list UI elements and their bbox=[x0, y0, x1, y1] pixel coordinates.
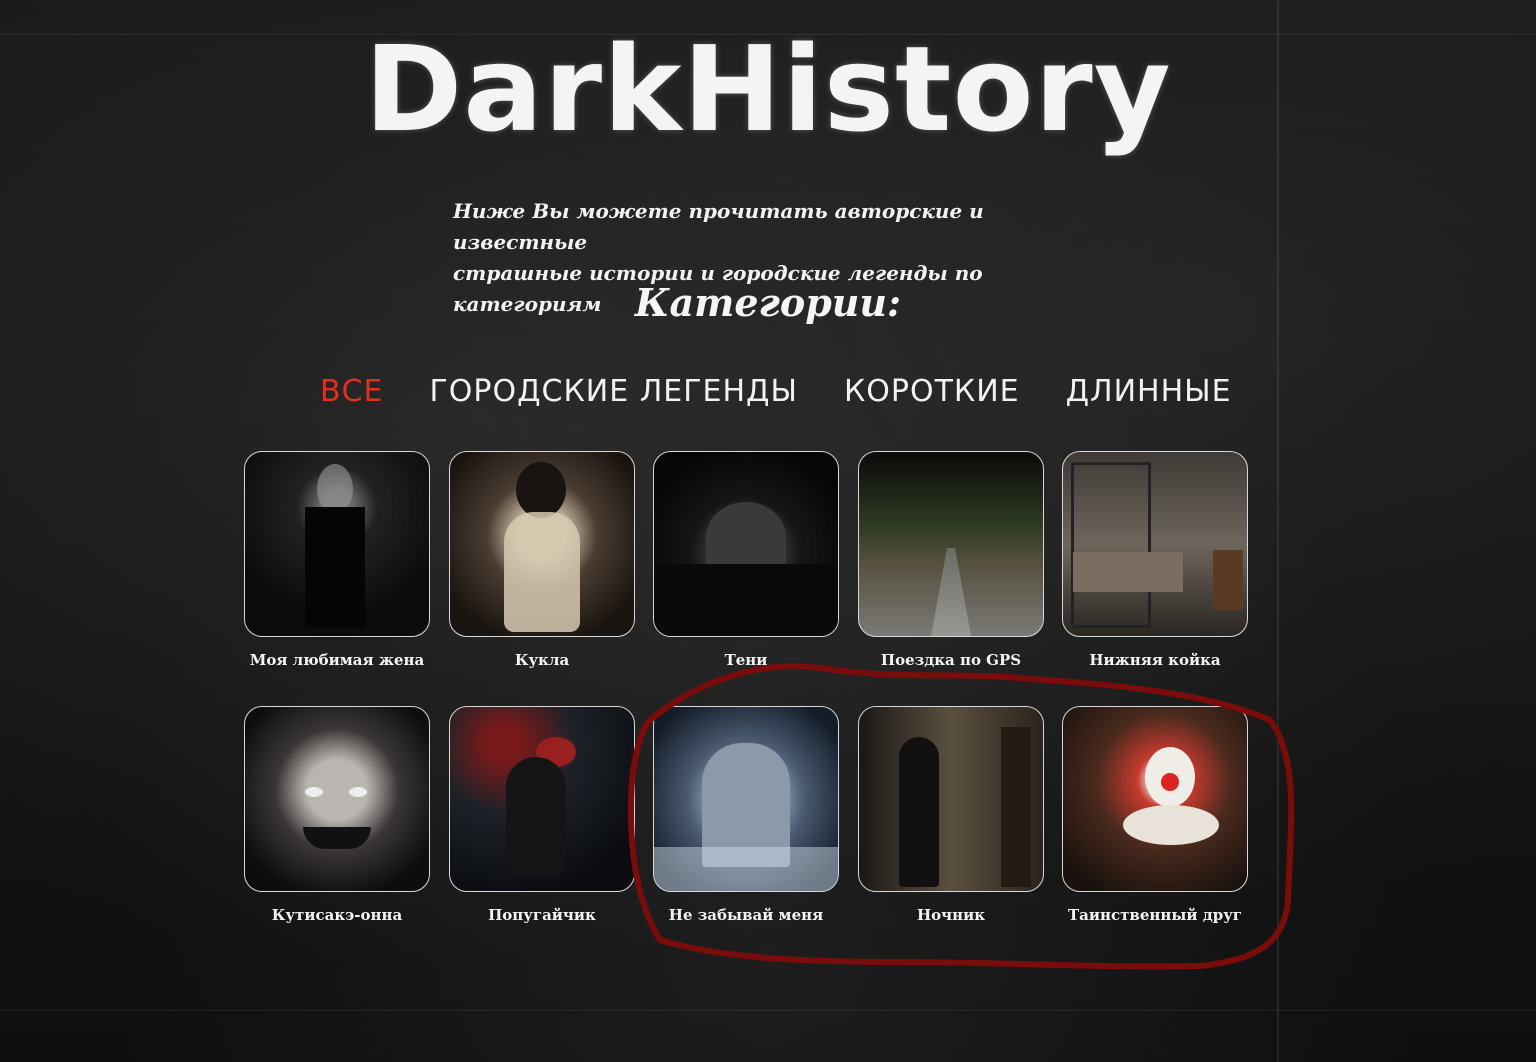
story-thumbnail[interactable] bbox=[653, 451, 839, 637]
story-title[interactable]: Попугайчик bbox=[449, 906, 635, 924]
tab-short[interactable]: КОРОТКИЕ bbox=[844, 374, 1020, 418]
categories-heading: Категории: bbox=[634, 280, 902, 325]
story-title[interactable]: Ночник bbox=[858, 906, 1044, 924]
category-tabs: ВСЕ ГОРОДСКИЕ ЛЕГЕНДЫ КОРОТКИЕ ДЛИННЫЕ bbox=[320, 374, 1232, 418]
tab-long[interactable]: ДЛИННЫЕ bbox=[1066, 374, 1232, 418]
story-thumbnail[interactable] bbox=[449, 706, 635, 892]
story-card[interactable]: Кукла bbox=[449, 451, 635, 669]
tab-all[interactable]: ВСЕ bbox=[320, 374, 383, 418]
story-title[interactable]: Не забывай меня bbox=[653, 906, 839, 924]
background-line bbox=[1277, 0, 1279, 1062]
story-card[interactable]: Ночник bbox=[858, 706, 1044, 924]
story-card[interactable]: Таинственный друг bbox=[1062, 706, 1248, 924]
story-title[interactable]: Таинственный друг bbox=[1062, 906, 1248, 924]
story-thumbnail[interactable] bbox=[449, 451, 635, 637]
intro-line-1: Ниже Вы можете прочитать авторские и изв… bbox=[453, 199, 984, 254]
story-title[interactable]: Тени bbox=[653, 651, 839, 669]
story-title[interactable]: Нижняя койка bbox=[1062, 651, 1248, 669]
story-thumbnail[interactable] bbox=[858, 451, 1044, 637]
story-thumbnail[interactable] bbox=[244, 451, 430, 637]
tab-urban-legends[interactable]: ГОРОДСКИЕ ЛЕГЕНДЫ bbox=[429, 374, 797, 418]
story-card[interactable]: Моя любимая жена bbox=[244, 451, 430, 669]
story-title[interactable]: Кутисакэ-онна bbox=[244, 906, 430, 924]
story-card[interactable]: Нижняя койка bbox=[1062, 451, 1248, 669]
story-title[interactable]: Моя любимая жена bbox=[244, 651, 430, 669]
story-thumbnail[interactable] bbox=[1062, 451, 1248, 637]
story-card[interactable]: Не забывай меня bbox=[653, 706, 839, 924]
story-title[interactable]: Кукла bbox=[449, 651, 635, 669]
story-card[interactable]: Поездка по GPS bbox=[858, 451, 1044, 669]
story-thumbnail[interactable] bbox=[244, 706, 430, 892]
story-thumbnail[interactable] bbox=[653, 706, 839, 892]
story-title[interactable]: Поездка по GPS bbox=[858, 651, 1044, 669]
story-card[interactable]: Кутисакэ-онна bbox=[244, 706, 430, 924]
story-thumbnail[interactable] bbox=[858, 706, 1044, 892]
site-logo[interactable]: DarkHistory bbox=[0, 20, 1536, 158]
background-line bbox=[0, 1010, 1536, 1011]
story-card[interactable]: Попугайчик bbox=[449, 706, 635, 924]
story-thumbnail[interactable] bbox=[1062, 706, 1248, 892]
story-card[interactable]: Тени bbox=[653, 451, 839, 669]
